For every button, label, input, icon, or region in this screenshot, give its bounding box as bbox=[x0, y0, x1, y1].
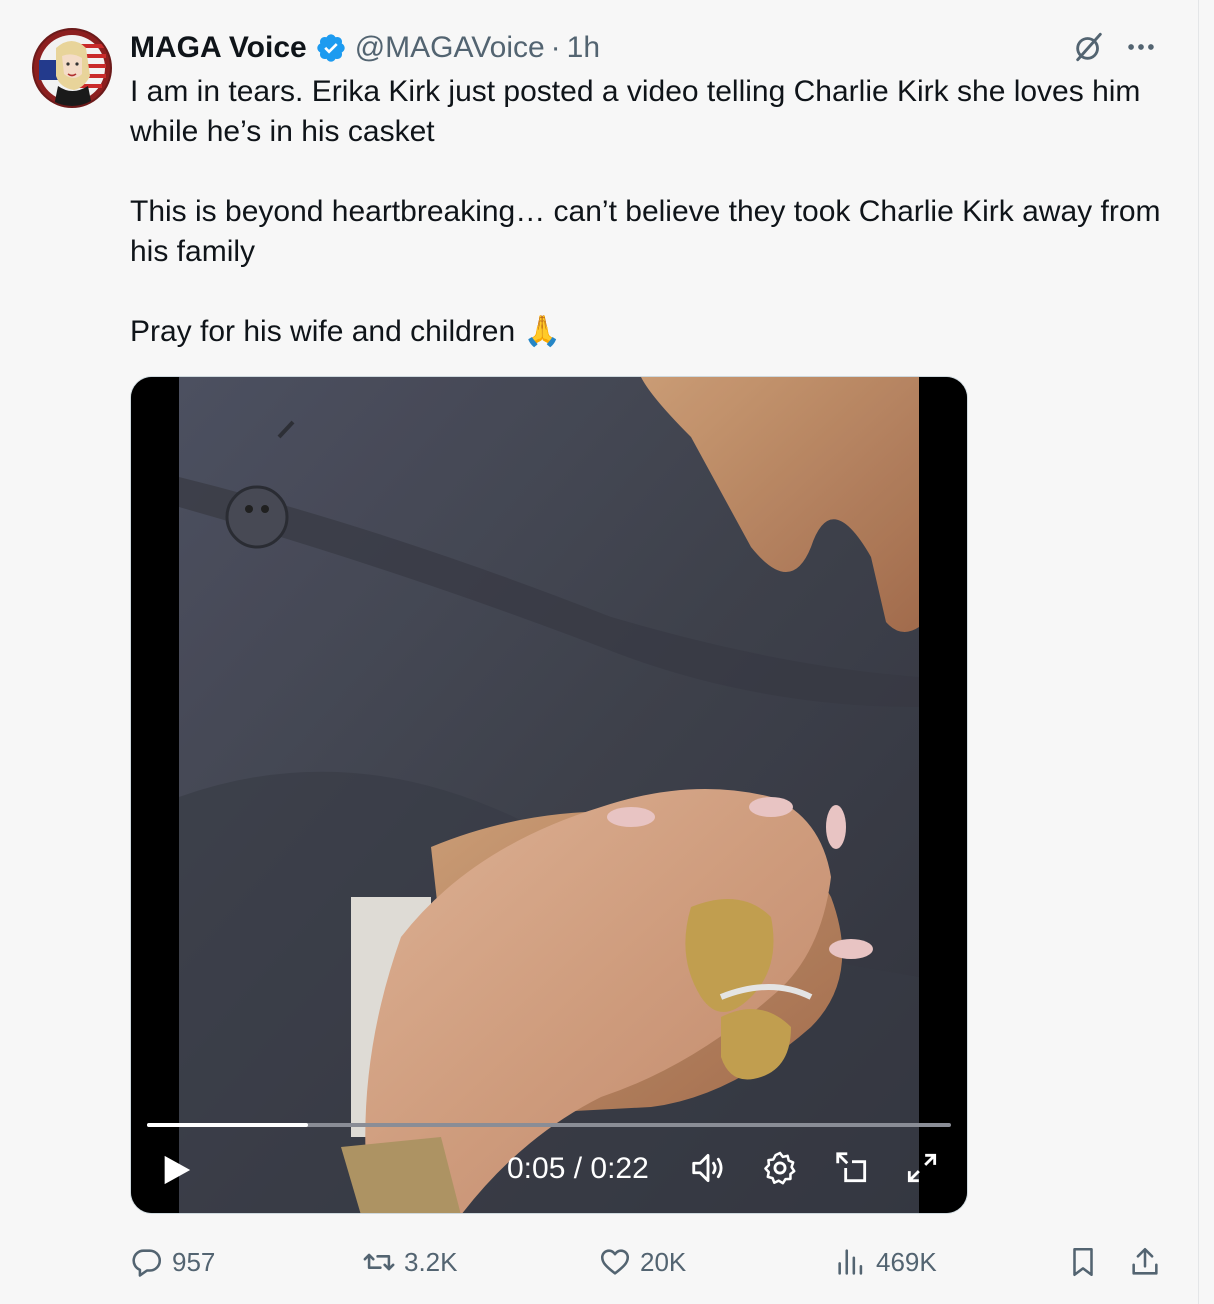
repost-button[interactable]: 3.2K bbox=[362, 1238, 458, 1286]
separator-dot: · bbox=[550, 31, 561, 64]
repost-count: 3.2K bbox=[404, 1246, 458, 1277]
bookmark-button[interactable] bbox=[1066, 1238, 1100, 1286]
tweet-paragraph: Pray for his wife and children 🙏 bbox=[130, 312, 1170, 352]
video-frame bbox=[131, 377, 967, 1213]
picture-in-picture-icon[interactable] bbox=[833, 1149, 871, 1187]
views-button[interactable]: 469K bbox=[834, 1238, 937, 1286]
reply-count: 957 bbox=[172, 1246, 216, 1277]
grok-icon[interactable] bbox=[1072, 30, 1106, 64]
avatar-image bbox=[34, 30, 110, 106]
verified-badge-icon bbox=[317, 34, 345, 62]
bookmark-icon bbox=[1073, 1247, 1093, 1277]
handle[interactable]: @MAGAVoice bbox=[355, 31, 545, 65]
tweet-card[interactable]: MAGA Voice @MAGAVoice · 1h I am in tears… bbox=[0, 0, 1199, 1304]
share-button[interactable] bbox=[1128, 1238, 1162, 1286]
share-icon bbox=[1132, 1247, 1158, 1275]
video-player[interactable]: 0:05 / 0:22 bbox=[130, 376, 968, 1214]
more-icon[interactable] bbox=[1124, 30, 1158, 64]
timestamp[interactable]: 1h bbox=[567, 31, 600, 65]
reply-button[interactable]: 957 bbox=[130, 1238, 215, 1286]
tweet-paragraph: This is beyond heartbreaking… can’t beli… bbox=[130, 195, 1161, 268]
avatar[interactable] bbox=[32, 28, 112, 108]
repost-icon bbox=[363, 1253, 395, 1271]
video-controls: 0:05 / 0:22 bbox=[131, 1093, 967, 1213]
tweet-text: I am in tears. Erika Kirk just posted a … bbox=[130, 72, 1170, 352]
views-count: 469K bbox=[876, 1246, 937, 1277]
video-progress-fill bbox=[147, 1123, 308, 1127]
praying-hands-emoji: 🙏 bbox=[523, 315, 561, 348]
video-time: 0:05 / 0:22 bbox=[507, 1152, 649, 1185]
tweet-paragraph-text: Pray for his wife and children bbox=[130, 315, 516, 348]
action-bar: 957 3.2K 20K 469K bbox=[130, 1238, 1170, 1286]
settings-gear-icon[interactable] bbox=[761, 1149, 799, 1187]
display-name[interactable]: MAGA Voice bbox=[130, 31, 307, 65]
video-progress-bar[interactable] bbox=[147, 1123, 951, 1127]
tweet-header: MAGA Voice @MAGAVoice · 1h bbox=[130, 30, 600, 66]
views-icon bbox=[838, 1249, 863, 1275]
like-icon bbox=[600, 1249, 630, 1275]
tweet-paragraph: I am in tears. Erika Kirk just posted a … bbox=[130, 75, 1141, 148]
play-icon[interactable] bbox=[159, 1153, 193, 1187]
like-count: 20K bbox=[640, 1246, 687, 1277]
top-right-actions bbox=[1072, 30, 1158, 64]
fullscreen-icon[interactable] bbox=[903, 1149, 941, 1187]
reply-icon bbox=[132, 1249, 162, 1277]
like-button[interactable]: 20K bbox=[598, 1238, 686, 1286]
volume-icon[interactable] bbox=[689, 1149, 727, 1187]
